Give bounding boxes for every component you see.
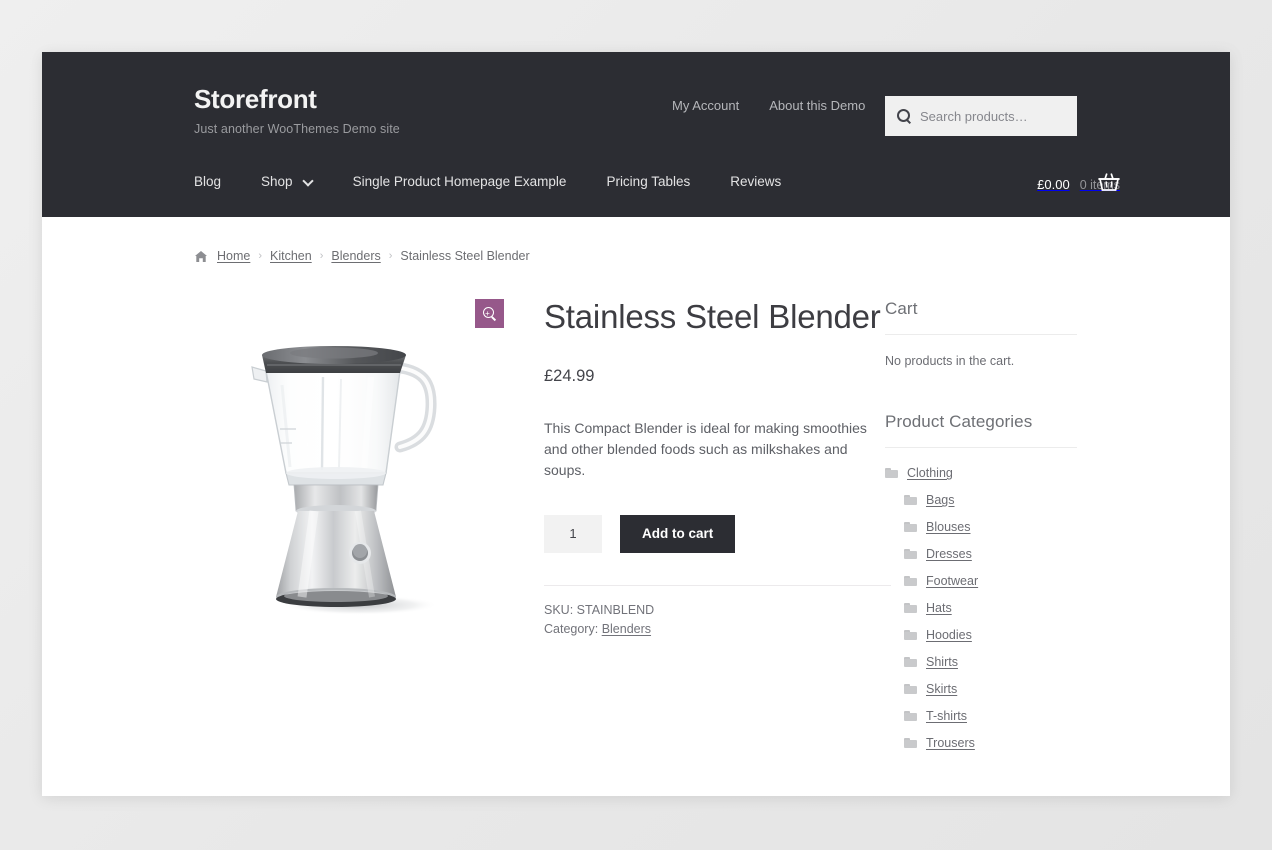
list-item[interactable]: Dresses — [885, 547, 1077, 561]
nav-item-pricing-tables[interactable]: Pricing Tables — [606, 174, 690, 189]
category-link-hoodies[interactable]: Hoodies — [926, 628, 972, 642]
nav-my-account[interactable]: My Account — [672, 98, 739, 113]
folder-icon — [904, 603, 917, 613]
breadcrumb-item-kitchen[interactable]: Kitchen — [270, 249, 312, 263]
breadcrumb-separator: › — [319, 250, 324, 262]
folder-icon — [904, 576, 917, 586]
list-item[interactable]: Footwear — [885, 574, 1077, 588]
list-item[interactable]: Skirts — [885, 682, 1077, 696]
list-item[interactable]: Clothing — [885, 466, 1077, 480]
product-meta: SKU: STAINBLEND Category: Blenders — [544, 601, 944, 639]
list-item[interactable]: Shirts — [885, 655, 1077, 669]
list-item[interactable]: Trousers — [885, 736, 1077, 750]
divider — [544, 584, 891, 586]
sidebar: Cart No products in the cart. Product Ca… — [885, 299, 1077, 763]
category-link-bags[interactable]: Bags — [926, 493, 955, 507]
folder-icon — [904, 684, 917, 694]
nav-item-label: Single Product Homepage Example — [352, 174, 567, 189]
list-item[interactable]: Blouses — [885, 520, 1077, 534]
product-gallery: + — [194, 299, 504, 629]
list-item[interactable]: Hats — [885, 601, 1077, 615]
site-title[interactable]: Storefront — [194, 85, 400, 114]
folder-icon — [904, 495, 917, 505]
folder-icon — [904, 522, 917, 532]
product-image[interactable] — [210, 325, 500, 625]
product-sku: SKU: STAINBLEND — [544, 602, 655, 617]
breadcrumb-item-home[interactable]: Home — [217, 249, 250, 263]
breadcrumb-item-blenders[interactable]: Blenders — [331, 249, 380, 263]
folder-icon — [904, 657, 917, 667]
site-description: Just another WooThemes Demo site — [194, 121, 400, 136]
category-link-trousers[interactable]: Trousers — [926, 736, 975, 750]
nav-item-label: Shop — [261, 174, 293, 189]
breadcrumb: Home › Kitchen › Blenders › Stainless St… — [194, 249, 530, 263]
category-link-blouses[interactable]: Blouses — [926, 520, 970, 534]
category-link-dresses[interactable]: Dresses — [926, 547, 972, 561]
cart-total-amount: £0.00 — [1037, 177, 1070, 192]
quantity-input[interactable] — [544, 514, 602, 553]
product-category-link[interactable]: Blenders — [602, 622, 651, 636]
nav-item-label: Pricing Tables — [606, 174, 691, 189]
product-short-description: This Compact Blender is ideal for making… — [544, 419, 867, 479]
divider — [885, 447, 1077, 448]
category-link-footwear[interactable]: Footwear — [926, 574, 978, 588]
product-category: Category: Blenders — [544, 620, 944, 639]
nav-item-single-product-homepage-example[interactable]: Single Product Homepage Example — [353, 174, 567, 189]
nav-item-blog[interactable]: Blog — [194, 174, 221, 189]
chevron-down-icon[interactable] — [304, 177, 313, 186]
magnifier-plus-icon[interactable]: + — [475, 299, 504, 328]
list-item[interactable]: Hoodies — [885, 628, 1077, 642]
search-icon — [897, 108, 912, 124]
product-price: £24.99 — [544, 366, 595, 385]
nav-item-shop[interactable]: Shop — [261, 174, 313, 189]
category-link-clothing[interactable]: Clothing — [907, 466, 953, 480]
breadcrumb-item-current: Stainless Steel Blender — [400, 249, 530, 263]
nav-item-label: Blog — [194, 174, 222, 189]
widget-cart: Cart No products in the cart. — [885, 299, 1077, 368]
nav-item-reviews[interactable]: Reviews — [730, 174, 781, 189]
site-header: Storefront Just another WooThemes Demo s… — [42, 52, 1230, 217]
add-to-cart-form: Add to cart — [544, 514, 944, 553]
widget-product-categories: Product Categories Clothing Bags Blouses — [885, 412, 1077, 750]
breadcrumb-separator: › — [388, 250, 393, 262]
widget-title-product-categories: Product Categories — [885, 412, 1033, 431]
site-branding[interactable]: Storefront Just another WooThemes Demo s… — [194, 85, 400, 136]
category-link-hats[interactable]: Hats — [926, 601, 952, 615]
divider — [885, 334, 1077, 335]
folder-icon — [904, 630, 917, 640]
product-search-form[interactable] — [885, 96, 1077, 136]
product-summary: Stainless Steel Blender £24.99 This Comp… — [544, 298, 944, 639]
folder-icon — [904, 711, 917, 721]
widget-title-cart: Cart — [885, 299, 918, 318]
category-link-skirts[interactable]: Skirts — [926, 682, 957, 696]
list-item[interactable]: T-shirts — [885, 709, 1077, 723]
site-container: Storefront Just another WooThemes Demo s… — [42, 52, 1230, 796]
product-category-label: Category: — [544, 621, 599, 636]
product-categories-list: Clothing Bags Blouses Dresses Footwear H… — [885, 466, 1077, 750]
search-input[interactable] — [920, 108, 1065, 124]
folder-icon — [904, 549, 917, 559]
zoom-glyph: + — [482, 306, 497, 321]
secondary-navigation: My Account About this Demo — [672, 98, 865, 113]
shopping-basket-icon[interactable] — [1098, 172, 1120, 192]
page-title: Stainless Steel Blender — [544, 298, 881, 335]
folder-icon — [904, 738, 917, 748]
category-link-t-shirts[interactable]: T-shirts — [926, 709, 967, 723]
list-item[interactable]: Bags — [885, 493, 1077, 507]
folder-icon — [885, 468, 898, 478]
nav-item-label: Reviews — [730, 174, 782, 189]
category-link-shirts[interactable]: Shirts — [926, 655, 958, 669]
add-to-cart-button[interactable]: Add to cart — [620, 514, 736, 553]
cart-empty-message: No products in the cart. — [885, 354, 1015, 368]
nav-about-this-demo[interactable]: About this Demo — [769, 98, 865, 113]
breadcrumb-separator: › — [258, 250, 263, 262]
primary-navigation: Blog Shop Single Product Homepage Exampl… — [194, 174, 821, 189]
plus-glyph: + — [485, 308, 490, 318]
home-icon — [194, 250, 208, 263]
main-content: Home › Kitchen › Blenders › Stainless St… — [42, 217, 1230, 796]
